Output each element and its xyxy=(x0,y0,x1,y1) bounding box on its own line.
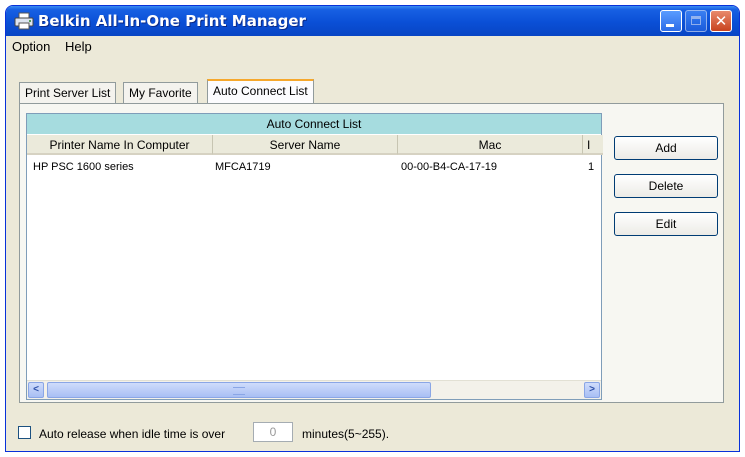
tab-print-server-list[interactable]: Print Server List xyxy=(19,82,117,104)
add-button[interactable]: Add xyxy=(614,136,718,160)
idle-time-input[interactable]: 0 xyxy=(253,422,293,442)
list-caption: Auto Connect List xyxy=(27,114,601,134)
menu-help[interactable]: Help xyxy=(65,39,92,54)
minimize-button[interactable] xyxy=(660,10,682,32)
scroll-right-icon[interactable]: > xyxy=(584,382,600,398)
menu-option[interactable]: Option xyxy=(12,39,50,54)
scroll-thumb[interactable] xyxy=(47,382,431,398)
tab-auto-connect-list[interactable]: Auto Connect List xyxy=(207,79,314,104)
close-icon: ✕ xyxy=(714,12,728,30)
maximize-button[interactable] xyxy=(685,10,707,32)
scroll-grip xyxy=(233,387,245,395)
menu-bar: Option Help xyxy=(6,36,739,57)
cell-mac[interactable]: 00-00-B4-CA-17-19 xyxy=(401,159,577,175)
auto-release-label: Auto release when idle time is over xyxy=(39,427,226,441)
scroll-left-icon[interactable]: < xyxy=(28,382,44,398)
window-title: Belkin All-In-One Print Manager xyxy=(38,12,306,30)
horizontal-scrollbar[interactable]: < > xyxy=(27,380,601,399)
auto-connect-list[interactable]: Auto Connect List Printer Name In Comput… xyxy=(26,113,603,400)
footer-bar: Auto release when idle time is over 0 mi… xyxy=(6,420,739,450)
tab-my-favorite[interactable]: My Favorite xyxy=(123,82,198,104)
column-header-printer-name[interactable]: Printer Name In Computer xyxy=(27,135,213,155)
column-header-partial[interactable]: I xyxy=(583,135,603,155)
title-bar[interactable]: Belkin All-In-One Print Manager ✕ xyxy=(6,6,739,36)
column-header-server-name[interactable]: Server Name xyxy=(213,135,398,155)
printer-icon xyxy=(14,12,34,30)
cell-partial[interactable]: 1 xyxy=(588,159,600,175)
close-button[interactable]: ✕ xyxy=(710,10,732,32)
minutes-label: minutes(5~255). xyxy=(302,427,390,441)
column-header-mac[interactable]: Mac xyxy=(398,135,583,155)
delete-button[interactable]: Delete xyxy=(614,174,718,198)
edit-button[interactable]: Edit xyxy=(614,212,718,236)
cell-printer-name[interactable]: HP PSC 1600 series xyxy=(33,159,209,175)
cell-server-name[interactable]: MFCA1719 xyxy=(215,159,391,175)
print-manager-window: Belkin All-In-One Print Manager ✕ Option… xyxy=(5,5,740,452)
auto-release-checkbox[interactable] xyxy=(18,426,31,439)
